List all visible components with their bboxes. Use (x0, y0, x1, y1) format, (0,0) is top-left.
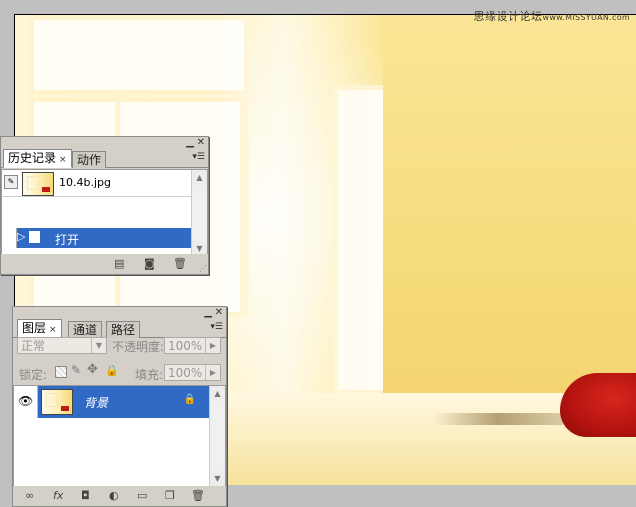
fill-label: 填充: (135, 368, 164, 382)
layer-name: 背景 (84, 396, 109, 410)
close-icon[interactable]: ✕ (215, 307, 223, 318)
fill-value: 100% (168, 366, 203, 380)
tab-paths[interactable]: 路径 (106, 321, 141, 338)
history-list: ✎ 10.4b.jpg ▷ 打开 ▲ ▼ (1, 169, 208, 257)
eye-icon[interactable]: 👁 (18, 394, 33, 408)
snapshot-thumbnail (22, 172, 54, 196)
adjustment-layer-icon[interactable]: ◐ (109, 489, 119, 502)
tab-history[interactable]: 历史记录 × (3, 149, 72, 168)
curtain (215, 15, 385, 395)
history-footer: ▤ ◙ 🗑 ⋰ (1, 254, 208, 274)
layers-tabs: 图层 × 通道 路径 ▾☰ (13, 319, 226, 338)
history-item-open[interactable]: ▷ 打开 (2, 228, 192, 248)
history-panel: ▁ ✕ 历史记录× 动作 ▾☰ ✎ 10.4b.jpg ▷ 打开 ▲ ▼ ▤ (0, 136, 209, 275)
fill-field[interactable]: 100% ▶ (164, 364, 221, 381)
layer-thumbnail (41, 389, 73, 415)
new-group-folder-icon[interactable]: ▭ (137, 489, 147, 502)
scroll-up-icon[interactable]: ▲ (192, 170, 207, 185)
panel-titlebar[interactable]: ▁ ✕ (1, 137, 208, 149)
blend-mode-value: 正常 (21, 339, 46, 353)
chevron-down-icon[interactable]: ▼ (91, 338, 106, 353)
lock-icon: 🔒 (183, 394, 196, 405)
minimize-icon[interactable]: ▁ (204, 307, 212, 318)
lock-label: 锁定: (19, 368, 48, 382)
red-fabric (560, 373, 636, 437)
tab-actions[interactable]: 动作 (72, 151, 107, 168)
resize-grip-icon[interactable]: ⋰ (199, 264, 207, 273)
layers-panel: ▁ ✕ 图层 × 通道 路径 ▾☰ 正常 ▼ 不透明度: 100% ▶ 锁定: ✎… (12, 306, 227, 507)
trash-icon[interactable]: 🗑 (173, 257, 187, 270)
history-tabs: 历史记录 × 动作 ▾☰ (1, 149, 208, 168)
opacity-field[interactable]: 100% ▶ (164, 337, 221, 354)
camera-snapshot-icon[interactable]: ◙ (144, 257, 155, 270)
tab-channels[interactable]: 通道 (68, 321, 103, 338)
tab-layers-label: 图层 (22, 321, 47, 335)
lock-pixels-brush-icon[interactable]: ✎ (71, 363, 81, 377)
lock-transparency-icon[interactable] (55, 366, 67, 378)
new-layer-icon[interactable]: ❐ (165, 489, 175, 502)
tab-actions-label: 动作 (77, 153, 102, 167)
tab-close-icon[interactable]: × (59, 155, 67, 165)
scroll-down-icon[interactable]: ▼ (210, 471, 225, 486)
panel-titlebar[interactable]: ▁ ✕ (13, 307, 226, 319)
watermark-url: www.MISSYUAN.com (542, 13, 630, 22)
layers-list: 背景 🔒 👁 ▲ ▼ (13, 385, 226, 487)
close-icon[interactable]: ✕ (197, 137, 205, 148)
tab-layers[interactable]: 图层 × (17, 319, 62, 338)
history-checkbox[interactable] (2, 228, 17, 248)
scroll-up-icon[interactable]: ▲ (210, 386, 225, 401)
menu-arrow-icon[interactable]: ▾☰ (210, 322, 223, 332)
tab-paths-label: 路径 (111, 323, 136, 337)
chevron-right-icon[interactable]: ▶ (205, 338, 220, 353)
snapshot-name: 10.4b.jpg (59, 176, 111, 189)
add-mask-icon[interactable]: ◘ (81, 489, 90, 502)
history-item-label: 打开 (55, 233, 80, 247)
layers-scrollbar[interactable]: ▲ ▼ (209, 386, 225, 486)
document-icon (29, 231, 40, 243)
watermark: 思缘设计论坛www.MISSYUAN.com (474, 8, 630, 24)
menu-arrow-icon[interactable]: ▾☰ (192, 152, 205, 162)
history-scrollbar[interactable]: ▲ ▼ (191, 170, 207, 256)
snapshot-brush-icon[interactable]: ✎ (4, 175, 18, 189)
layer-style-fx-icon[interactable]: fx (53, 489, 63, 502)
layer-row-background[interactable]: 背景 🔒 (38, 386, 210, 418)
history-snapshot-row[interactable]: ✎ 10.4b.jpg (2, 170, 192, 197)
minimize-icon[interactable]: ▁ (186, 137, 194, 148)
layers-footer: ∞ fx ◘ ◐ ▭ ❐ 🗑 (13, 486, 226, 506)
tab-close-icon[interactable]: × (49, 325, 57, 335)
lock-position-move-icon[interactable]: ✥ (87, 362, 98, 377)
opacity-label: 不透明度: (112, 340, 165, 354)
trash-icon[interactable]: 🗑 (191, 489, 205, 502)
link-layers-icon[interactable]: ∞ (25, 489, 34, 502)
wall (383, 15, 636, 395)
tab-history-label: 历史记录 (8, 151, 57, 165)
history-state-arrow-icon: ▷ (17, 230, 26, 243)
floor-shadow (433, 413, 563, 425)
new-document-from-state-icon[interactable]: ▤ (114, 257, 124, 270)
lock-icon[interactable]: 🔒 (105, 364, 119, 377)
tab-channels-label: 通道 (73, 323, 98, 337)
blend-mode-select[interactable]: 正常 ▼ (17, 337, 107, 354)
watermark-main: 思缘设计论坛 (473, 10, 543, 23)
layer-visibility-toggle[interactable]: 👁 (14, 386, 38, 418)
opacity-value: 100% (168, 339, 203, 353)
chevron-right-icon[interactable]: ▶ (205, 365, 220, 380)
